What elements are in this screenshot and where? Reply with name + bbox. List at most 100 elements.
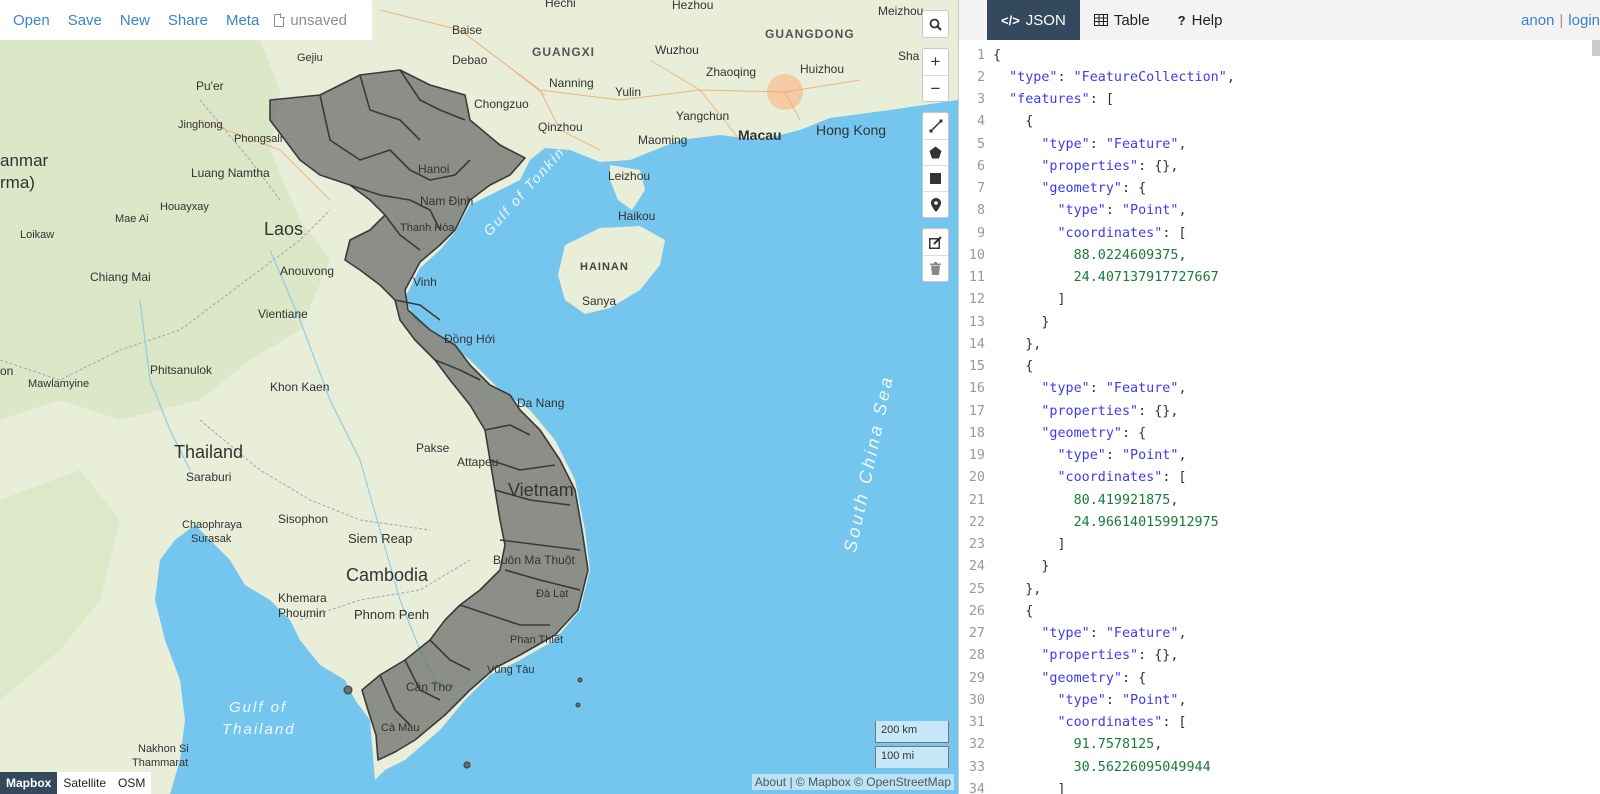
code-line[interactable]: 7 "geometry": { <box>959 178 1600 200</box>
code-text: "type": "Point", <box>1057 448 1187 464</box>
search-button[interactable] <box>923 11 948 37</box>
code-text: ] <box>993 781 1066 794</box>
code-line[interactable]: 18 "geometry": { <box>959 422 1600 444</box>
code-line[interactable]: 25 }, <box>959 578 1600 600</box>
panel-tabs: </> JSON Table ? Help <box>987 0 1237 40</box>
new-button[interactable]: New <box>111 12 159 29</box>
code-line[interactable]: 29 "geometry": { <box>959 667 1600 689</box>
line-number: 8 <box>976 203 985 219</box>
code-line[interactable]: 15 { <box>959 356 1600 378</box>
map-attribution[interactable]: About | © Mapbox © OpenStreetMap <box>751 774 954 790</box>
code-text: "type": "Point", <box>1057 692 1187 708</box>
code-line[interactable]: 12 ] <box>959 289 1600 311</box>
map-label-phoumin: Phoumin <box>278 606 326 620</box>
meta-button[interactable]: Meta <box>217 12 268 29</box>
code-line[interactable]: 11 24.407137917727667 <box>959 267 1600 289</box>
share-button[interactable]: Share <box>159 12 217 29</box>
tab-table[interactable]: Table <box>1079 0 1164 40</box>
map-label-myanmar: anmar <box>0 151 49 170</box>
code-line[interactable]: 16 "type": "Feature", <box>959 378 1600 400</box>
code-line[interactable]: 5 "type": "Feature", <box>959 133 1600 155</box>
json-editor[interactable]: 1{2 "type": "FeatureCollection", 3 "featu… <box>959 44 1600 794</box>
code-line[interactable]: 21 80.419921875, <box>959 489 1600 511</box>
code-line[interactable]: 20 "coordinates": [ <box>959 467 1600 489</box>
code-line[interactable]: 32 91.7578125, <box>959 734 1600 756</box>
code-text: "coordinates": [ <box>1057 225 1187 241</box>
layer-switcher: Mapbox Satellite OSM <box>0 772 152 794</box>
map-label-phnompenh: Phnom Penh <box>354 607 430 622</box>
code-line[interactable]: 27 "type": "Feature", <box>959 623 1600 645</box>
code-line[interactable]: 30 "type": "Point", <box>959 689 1600 711</box>
draw-line-button[interactable] <box>923 113 948 139</box>
code-line[interactable]: 4 { <box>959 111 1600 133</box>
code-line[interactable]: 1{ <box>959 44 1600 66</box>
line-number: 21 <box>968 492 985 508</box>
login-link[interactable]: login <box>1568 12 1600 29</box>
line-number: 22 <box>968 514 985 530</box>
user-link[interactable]: anon <box>1521 12 1554 29</box>
map-label-surasak: Surasak <box>191 533 232 545</box>
code-text: 80.419921875, <box>1073 492 1179 508</box>
code-line[interactable]: 2 "type": "FeatureCollection", <box>959 66 1600 88</box>
code-line[interactable]: 13 } <box>959 311 1600 333</box>
code-line[interactable]: 14 }, <box>959 333 1600 355</box>
code-text: ] <box>993 292 1066 308</box>
save-button[interactable]: Save <box>59 12 111 29</box>
line-number: 29 <box>968 670 985 686</box>
draw-marker-button[interactable] <box>923 191 948 217</box>
draw-rectangle-button[interactable] <box>923 165 948 191</box>
code-text: } <box>993 314 1050 330</box>
code-line[interactable]: 22 24.966140159912975 <box>959 511 1600 533</box>
code-text: "properties": {}, <box>1041 403 1179 419</box>
editor-panel: </> JSON Table ? Help anon | login 1{2 "… <box>958 0 1600 794</box>
tab-json[interactable]: </> JSON <box>987 0 1080 40</box>
draw-polygon-button[interactable] <box>923 139 948 165</box>
code-line[interactable]: 23 ] <box>959 534 1600 556</box>
trash-icon <box>930 262 941 275</box>
map-label-debao: Debao <box>452 53 488 67</box>
map-label-on: on <box>0 364 14 378</box>
delete-layers-button[interactable] <box>923 255 948 281</box>
code-line[interactable]: 26 { <box>959 600 1600 622</box>
code-line[interactable]: 28 "properties": {}, <box>959 645 1600 667</box>
code-line[interactable]: 10 88.0224609375, <box>959 244 1600 266</box>
map-label-phitsanulok: Phitsanulok <box>150 363 213 377</box>
code-line[interactable]: 31 "coordinates": [ <box>959 712 1600 734</box>
open-button[interactable]: Open <box>4 12 59 29</box>
code-line[interactable]: 33 30.56226095049944 <box>959 756 1600 778</box>
layer-satellite[interactable]: Satellite <box>57 772 112 794</box>
map-label-gulf-thailand-2: Thailand <box>222 721 296 738</box>
map-label-sisophon: Sisophon <box>278 512 329 526</box>
code-line[interactable]: 8 "type": "Point", <box>959 200 1600 222</box>
code-line[interactable]: 9 "coordinates": [ <box>959 222 1600 244</box>
code-line[interactable]: 19 "type": "Point", <box>959 445 1600 467</box>
code-text: "type": "FeatureCollection", <box>1009 69 1235 85</box>
line-number: 30 <box>968 692 985 708</box>
zoom-in-button[interactable]: + <box>923 49 948 75</box>
map-label-laos: Laos <box>264 219 304 239</box>
edit-layers-button[interactable] <box>923 229 948 255</box>
map-canvas[interactable]: Hechi Hezhou Meizhou Baise GUANGXI GUANG… <box>0 0 958 794</box>
zoom-out-button[interactable]: − <box>923 75 948 101</box>
map-label-maeai: Mae Ai <box>115 213 149 225</box>
tab-table-label: Table <box>1113 11 1150 29</box>
code-line[interactable]: 6 "properties": {}, <box>959 155 1600 177</box>
line-number: 34 <box>968 781 985 794</box>
layer-mapbox[interactable]: Mapbox <box>0 772 58 794</box>
map-label-dalat: Đà Lạt <box>536 588 569 600</box>
code-line[interactable]: 24 } <box>959 556 1600 578</box>
code-text: { <box>993 47 1002 63</box>
map-label-yangchun: Yangchun <box>676 109 730 123</box>
tab-help-label: Help <box>1191 11 1223 29</box>
code-line[interactable]: 17 "properties": {}, <box>959 400 1600 422</box>
map-label-baise: Baise <box>452 23 483 37</box>
layer-osm[interactable]: OSM <box>112 772 151 794</box>
map-label-danang: Da Nang <box>517 396 565 410</box>
code-text: }, <box>993 581 1042 597</box>
line-number: 5 <box>976 136 985 152</box>
code-line[interactable]: 34 ] <box>959 778 1600 794</box>
line-number: 14 <box>968 336 985 352</box>
code-line[interactable]: 3 "features": [ <box>959 89 1600 111</box>
tab-help[interactable]: ? Help <box>1163 0 1237 40</box>
file-status[interactable]: unsaved <box>268 12 347 29</box>
